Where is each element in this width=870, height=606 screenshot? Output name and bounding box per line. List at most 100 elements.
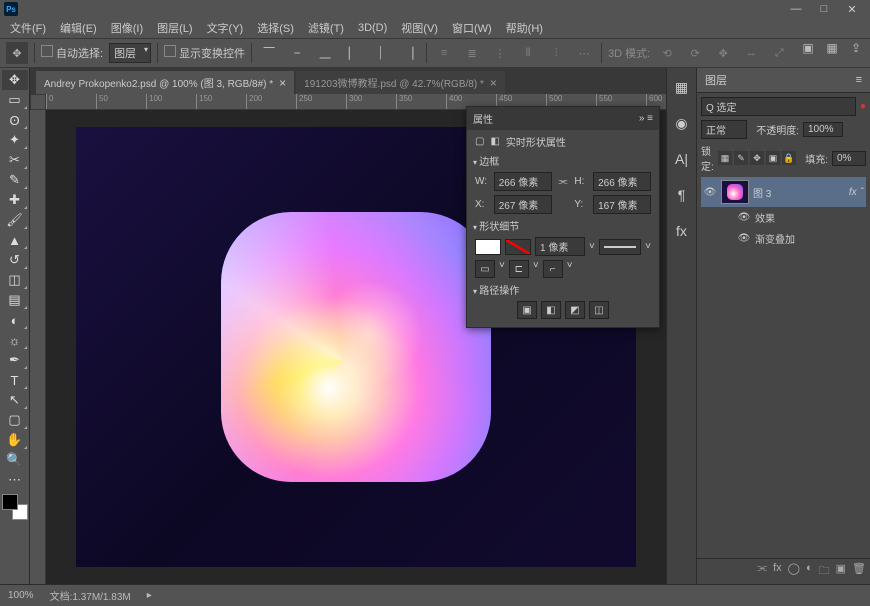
history-brush-tool[interactable]: ↺ (2, 250, 28, 270)
swatches-panel-icon[interactable]: ◉ (671, 112, 693, 134)
layer-thumbnail[interactable] (721, 180, 749, 204)
menu-layer[interactable]: 图层(L) (151, 18, 198, 38)
zoom-level[interactable]: 100% (8, 590, 34, 601)
stroke-width-field[interactable]: 1 像素 (535, 237, 585, 256)
character-panel-icon[interactable]: A| (671, 148, 693, 170)
heal-tool[interactable]: ✚ (2, 190, 28, 210)
close-icon[interactable]: × (279, 76, 286, 90)
distribute-6-icon[interactable]: ⋯ (573, 42, 595, 64)
eraser-tool[interactable]: ◫ (2, 270, 28, 290)
window-close[interactable]: ✕ (838, 0, 866, 18)
stroke-style-caret-icon[interactable]: ˅ (645, 241, 651, 252)
distribute-5-icon[interactable]: ⫶ (545, 42, 567, 64)
menu-select[interactable]: 选择(S) (251, 18, 300, 38)
lock-artboard-icon[interactable]: ▣ (766, 151, 780, 165)
layer-gradient-overlay-row[interactable]: 👁 渐变叠加 (701, 228, 866, 249)
layer-row[interactable]: 👁 图 3 fx ˆ (701, 177, 866, 207)
align-vmid-icon[interactable]: ⎯ (286, 42, 308, 64)
3d-roll-icon[interactable]: ⟳ (684, 42, 706, 64)
link-layers-icon[interactable]: ⫘ (757, 562, 767, 581)
align-bottom-icon[interactable]: ⎽ (314, 42, 336, 64)
menu-file[interactable]: 文件(F) (4, 18, 52, 38)
properties-panel[interactable]: 属性» ≡ ▢ ◧ 实时形状属性 边框 W: 266 像素 ⫘ H: 266 像… (466, 106, 660, 328)
visibility-icon[interactable]: 👁 (703, 187, 717, 198)
path-intersect-icon[interactable]: ◩ (565, 301, 585, 319)
caret-icon[interactable]: ˅ (499, 260, 505, 278)
align-hmid-icon[interactable]: │ (370, 42, 392, 64)
lock-all-icon[interactable]: 🔒 (782, 151, 796, 165)
auto-select-checkbox[interactable]: 自动选择: (41, 45, 103, 61)
align-left-icon[interactable]: ▏ (342, 42, 364, 64)
menu-edit[interactable]: 编辑(E) (54, 18, 103, 38)
panel-collapse-icon[interactable]: » (639, 113, 645, 124)
workspace-grid-icon[interactable]: ▦ (822, 38, 842, 58)
menu-image[interactable]: 图像(I) (105, 18, 149, 38)
current-tool-icon[interactable]: ✥ (6, 42, 28, 64)
gradient-tool[interactable]: ▤ (2, 290, 28, 310)
share-icon[interactable]: ⇪ (846, 38, 866, 58)
align-right-icon[interactable]: ▕ (398, 42, 420, 64)
3d-scale-icon[interactable]: ⤢ (768, 42, 790, 64)
path-subtract-icon[interactable]: ◧ (541, 301, 561, 319)
workspace-frame-icon[interactable]: ▣ (798, 38, 818, 58)
shape-tool[interactable]: ▢ (2, 410, 28, 430)
collapse-fx-icon[interactable]: ˆ (861, 187, 864, 198)
layer-name[interactable]: 图 3 (753, 185, 771, 200)
panel-menu-icon[interactable]: ≡ (856, 74, 862, 86)
zoom-tool[interactable]: 🔍 (2, 450, 28, 470)
move-tool[interactable]: ✥ (2, 70, 28, 90)
layer-filter-dropdown[interactable]: Q 选定 (701, 97, 856, 116)
distribute-4-icon[interactable]: ⫴ (517, 42, 539, 64)
lock-position-icon[interactable]: ✥ (750, 151, 764, 165)
menu-filter[interactable]: 滤镜(T) (302, 18, 350, 38)
ruler-vertical[interactable] (30, 110, 46, 584)
auto-select-dropdown[interactable]: 图层 (109, 43, 151, 63)
wand-tool[interactable]: ✦ (2, 130, 28, 150)
visibility-icon[interactable]: 👁 (737, 212, 751, 223)
height-field[interactable]: 266 像素 (593, 172, 651, 191)
width-field[interactable]: 266 像素 (494, 172, 552, 191)
stroke-caps-dropdown[interactable]: ⊏ (509, 260, 529, 278)
path-combine-icon[interactable]: ▣ (517, 301, 537, 319)
align-top-icon[interactable]: ⎺ (258, 42, 280, 64)
y-field[interactable]: 167 像素 (593, 195, 651, 214)
path-exclude-icon[interactable]: ◫ (589, 301, 609, 319)
close-icon[interactable]: × (490, 76, 497, 90)
blend-mode-dropdown[interactable]: 正常 (701, 120, 747, 139)
new-layer-icon[interactable]: ▣ (836, 562, 846, 581)
document-tab-2[interactable]: 191203微博教程.psd @ 42.7%(RGB/8) *× (296, 71, 505, 94)
menu-type[interactable]: 文字(Y) (201, 18, 250, 38)
stroke-align-dropdown[interactable]: ▭ (475, 260, 495, 278)
fill-field[interactable]: 0% (832, 151, 866, 166)
stroke-width-dropdown-icon[interactable]: ˅ (589, 241, 595, 252)
stroke-corners-dropdown[interactable]: ⌐ (543, 260, 563, 278)
window-maximize[interactable]: □ (810, 0, 838, 18)
layer-fx-badge[interactable]: fx (849, 187, 857, 198)
histogram-panel-icon[interactable]: ▦ (671, 76, 693, 98)
eyedropper-tool[interactable]: ✎ (2, 170, 28, 190)
layer-effects-row[interactable]: 👁 效果 (701, 207, 866, 228)
foreground-color[interactable] (2, 494, 18, 510)
menu-window[interactable]: 窗口(W) (446, 18, 498, 38)
menu-help[interactable]: 帮助(H) (500, 18, 549, 38)
document-tab-1[interactable]: Andrey Prokopenko2.psd @ 100% (图 3, RGB/… (36, 71, 294, 94)
dodge-tool[interactable]: ☼ (2, 330, 28, 350)
ruler-origin[interactable] (30, 94, 46, 110)
distribute-3-icon[interactable]: ⋮ (489, 42, 511, 64)
3d-slide-icon[interactable]: ↔ (740, 42, 762, 64)
lasso-tool[interactable]: ʘ (2, 110, 28, 130)
doc-info[interactable]: 文档:1.37M/1.83M (50, 588, 131, 603)
x-field[interactable]: 267 像素 (494, 195, 552, 214)
caret-icon[interactable]: ˅ (567, 260, 573, 278)
blur-tool[interactable]: ◐ (2, 310, 28, 330)
visibility-icon[interactable]: 👁 (737, 233, 751, 244)
pen-tool[interactable]: ✒ (2, 350, 28, 370)
panel-menu-icon[interactable]: ≡ (647, 113, 653, 124)
layer-fx-icon[interactable]: fx (773, 562, 782, 581)
menu-view[interactable]: 视图(V) (395, 18, 444, 38)
group-icon[interactable]: 🗀 (819, 562, 830, 581)
fill-swatch[interactable] (475, 239, 501, 255)
stroke-swatch[interactable] (505, 239, 531, 255)
3d-pan-icon[interactable]: ✥ (712, 42, 734, 64)
path-select-tool[interactable]: ↖ (2, 390, 28, 410)
